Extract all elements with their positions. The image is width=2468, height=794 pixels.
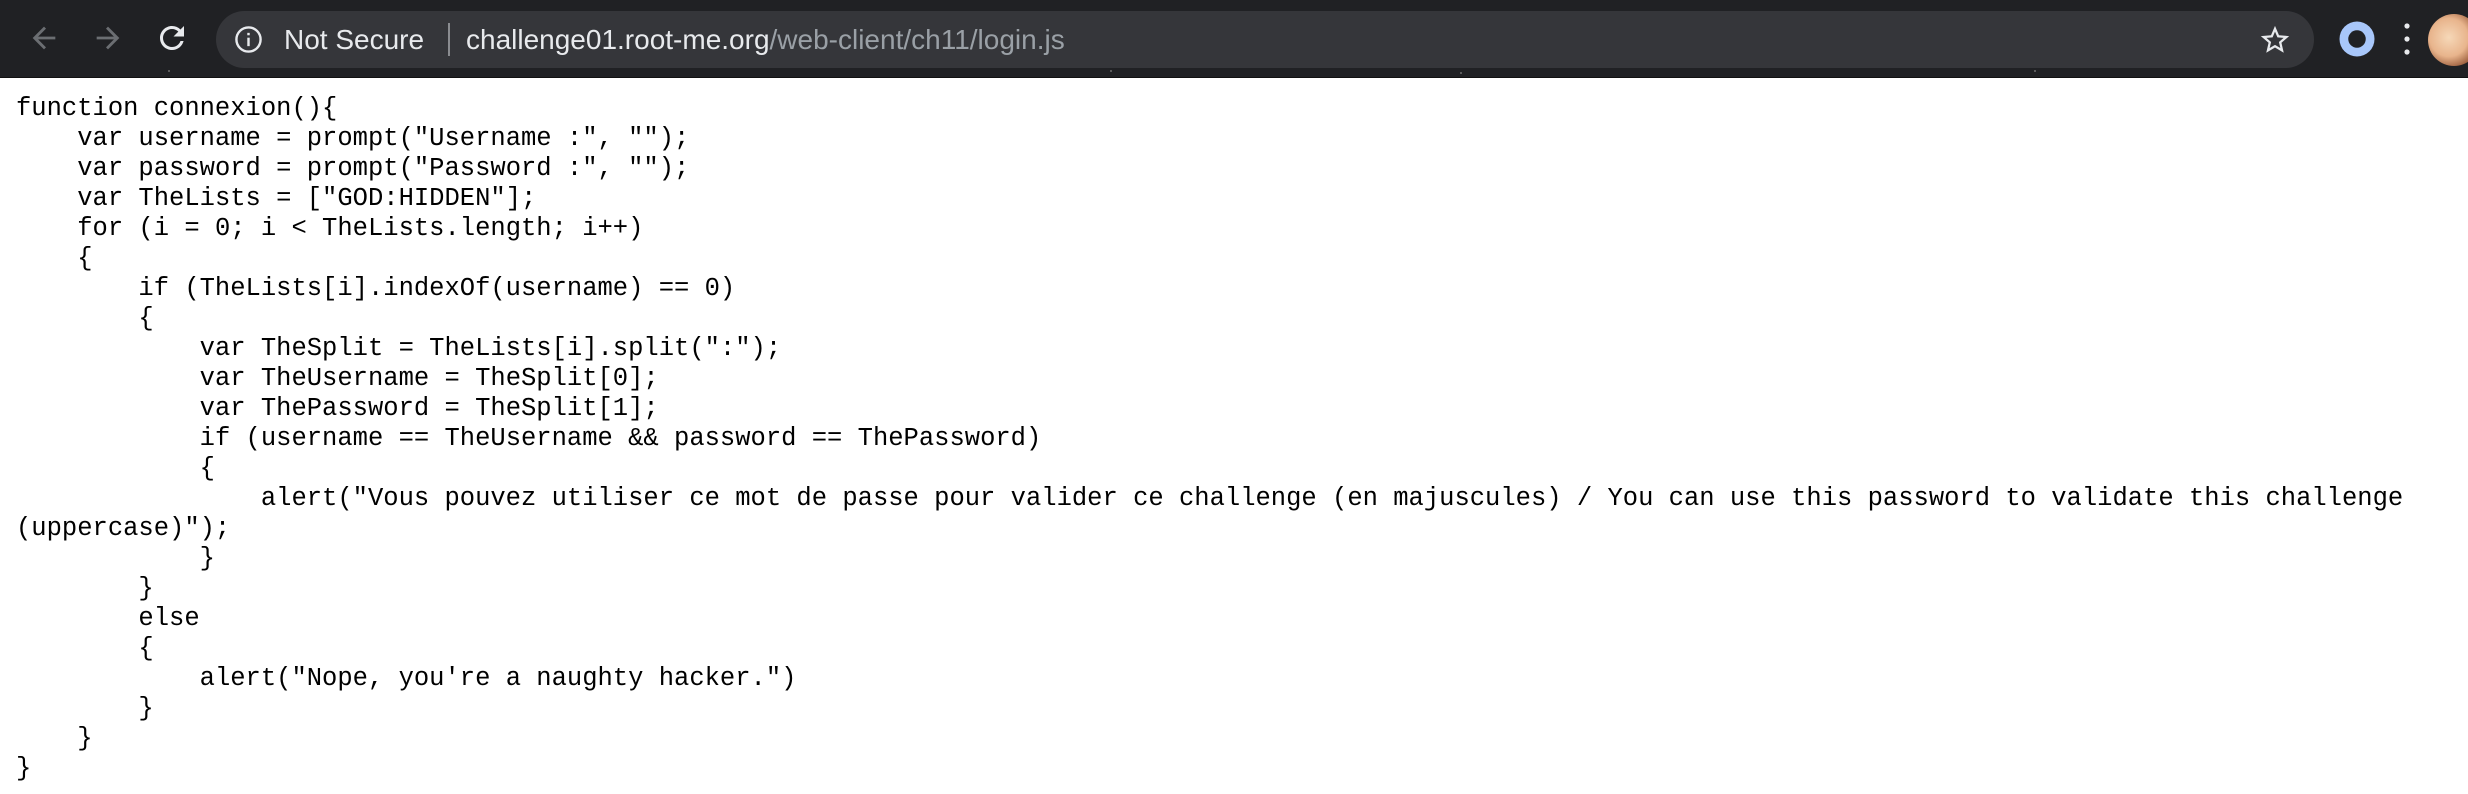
address-bar[interactable]: Not Secure challenge01.root-me.org/web-c… (216, 11, 2314, 68)
code-line: else (16, 604, 200, 633)
url-path: /web-client/ch11/login.js (769, 24, 1065, 55)
code-line: var password = prompt("Password :", ""); (16, 154, 690, 183)
omnibox-divider (448, 23, 450, 56)
reload-button[interactable] (148, 14, 196, 62)
code-line: { (16, 634, 154, 663)
code-line: } (16, 574, 154, 603)
code-line: } (16, 754, 32, 783)
url-host: challenge01.root-me.org (466, 24, 770, 55)
background-speck (1110, 70, 1112, 72)
code-line: { (16, 244, 93, 273)
background-speck (1460, 72, 1462, 74)
background-speck (168, 70, 170, 72)
code-line: } (16, 544, 215, 573)
code-line: var ThePassword = TheSplit[1]; (16, 394, 659, 423)
source-code-view: function connexion(){ var username = pro… (0, 78, 2468, 784)
url-text[interactable]: challenge01.root-me.org/web-client/ch11/… (466, 25, 1065, 55)
page-content: function connexion(){ var username = pro… (0, 78, 2468, 794)
code-line: var TheLists = ["GOD:HIDDEN"]; (16, 184, 537, 213)
forward-button[interactable] (84, 14, 132, 62)
kebab-icon[interactable] (2404, 22, 2410, 56)
code-line: { (16, 454, 215, 483)
browser-toolbar: Not Secure challenge01.root-me.org/web-c… (0, 0, 2468, 78)
code-line: if (TheLists[i].indexOf(username) == 0) (16, 274, 736, 303)
code-line: var TheSplit = TheLists[i].split(":"); (16, 334, 782, 363)
ring-icon[interactable] (2336, 18, 2378, 60)
code-line: function connexion(){ (16, 94, 338, 123)
arrow-forward-icon (96, 26, 120, 50)
back-button[interactable] (20, 14, 68, 62)
code-line: for (i = 0; i < TheLists.length; i++) (16, 214, 644, 243)
arrow-back-icon (32, 26, 56, 50)
code-line: var username = prompt("Username :", ""); (16, 124, 690, 153)
code-line: alert("Nope, you're a naughty hacker.") (16, 664, 797, 693)
background-speck (2034, 70, 2036, 72)
info-icon[interactable] (234, 25, 263, 54)
code-line: if (username == TheUsername && password … (16, 424, 1042, 453)
code-line: var TheUsername = TheSplit[0]; (16, 364, 659, 393)
code-line: { (16, 304, 154, 333)
code-line: alert("Vous pouvez utiliser ce mot de pa… (16, 484, 2419, 543)
security-status-label[interactable]: Not Secure (284, 25, 424, 55)
code-line: } (16, 694, 154, 723)
reload-icon (160, 25, 184, 50)
code-line: } (16, 724, 93, 753)
star-icon[interactable] (2258, 23, 2292, 57)
avatar[interactable] (2428, 14, 2468, 66)
